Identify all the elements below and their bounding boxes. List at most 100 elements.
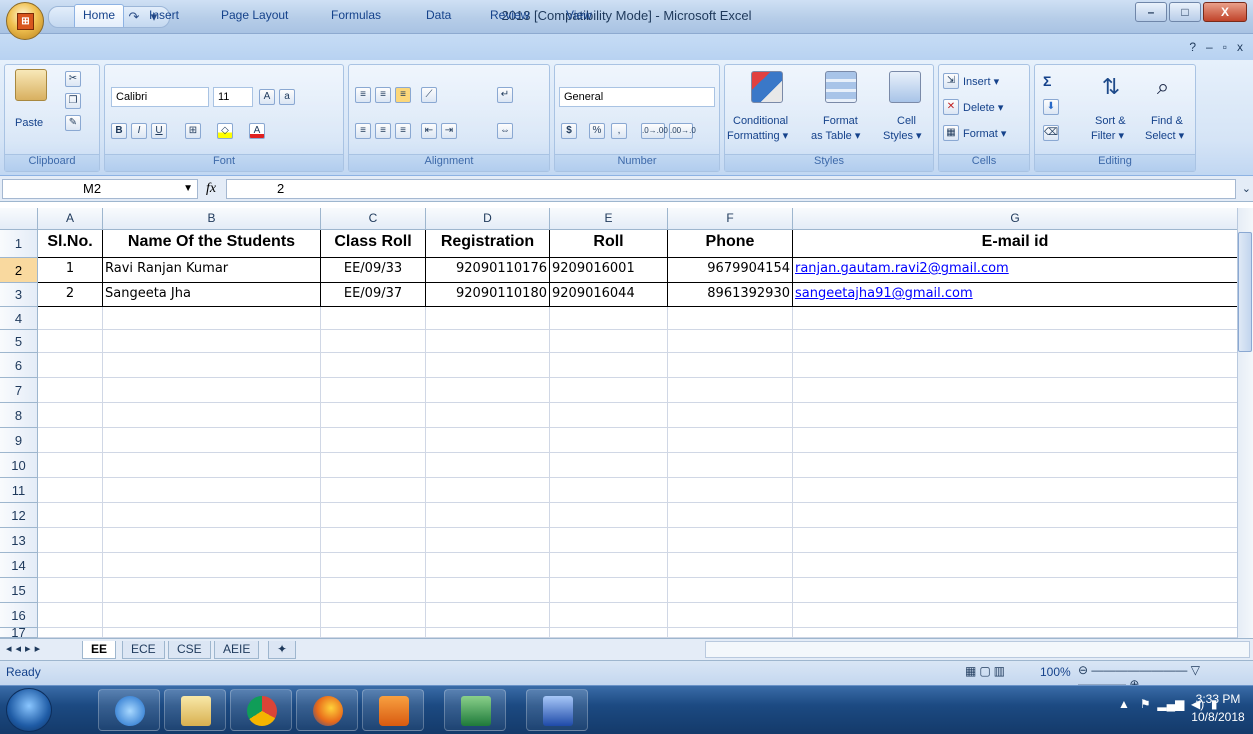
tab-insert[interactable]: Insert bbox=[149, 8, 179, 22]
empty-cell[interactable] bbox=[38, 603, 103, 628]
table-cell[interactable]: EE/09/37 bbox=[321, 283, 426, 307]
cell-styles-icon[interactable] bbox=[889, 71, 921, 103]
empty-cell[interactable] bbox=[38, 578, 103, 603]
delete-cells-button[interactable]: Delete ▾ bbox=[963, 101, 1003, 114]
insert-cells-button[interactable]: Insert ▾ bbox=[963, 75, 999, 88]
ribbon-minimize-icon[interactable]: – bbox=[1206, 40, 1213, 54]
row-header-6[interactable]: 6 bbox=[0, 353, 38, 378]
zoom-slider[interactable]: ⊖ ———————— ▽ ———— ⊕ bbox=[1078, 663, 1238, 691]
empty-cell[interactable] bbox=[321, 403, 426, 428]
empty-cell[interactable] bbox=[793, 553, 1238, 578]
empty-cell[interactable] bbox=[550, 503, 668, 528]
empty-cell[interactable] bbox=[38, 403, 103, 428]
header-cell[interactable]: Sl.No. bbox=[38, 230, 103, 258]
empty-cell[interactable] bbox=[668, 528, 793, 553]
empty-cell[interactable] bbox=[668, 578, 793, 603]
row-header-9[interactable]: 9 bbox=[0, 428, 38, 453]
empty-cell[interactable] bbox=[550, 353, 668, 378]
empty-cell[interactable] bbox=[321, 307, 426, 330]
empty-cell[interactable] bbox=[321, 478, 426, 503]
clear-icon[interactable]: ⌫ bbox=[1043, 125, 1059, 141]
percent-button[interactable]: % bbox=[589, 123, 605, 139]
table-cell[interactable]: 1 bbox=[38, 258, 103, 283]
horizontal-scrollbar[interactable] bbox=[705, 641, 1250, 658]
empty-cell[interactable] bbox=[668, 553, 793, 578]
row-header-4[interactable]: 4 bbox=[0, 307, 38, 330]
header-cell[interactable]: Phone bbox=[668, 230, 793, 258]
minimize-button[interactable]: – bbox=[1135, 2, 1167, 22]
empty-cell[interactable] bbox=[668, 478, 793, 503]
empty-cell[interactable] bbox=[550, 453, 668, 478]
empty-cell[interactable] bbox=[550, 330, 668, 353]
vertical-scroll-thumb[interactable] bbox=[1238, 232, 1252, 352]
email-link[interactable]: ranjan.gautam.ravi2@gmail.com bbox=[795, 261, 1009, 276]
empty-cell[interactable] bbox=[321, 603, 426, 628]
row-header-5[interactable]: 5 bbox=[0, 330, 38, 353]
row-header-14[interactable]: 14 bbox=[0, 553, 38, 578]
row-header-8[interactable]: 8 bbox=[0, 403, 38, 428]
align-right-icon[interactable]: ≡ bbox=[395, 123, 411, 139]
autosum-button[interactable]: Σ bbox=[1043, 73, 1051, 89]
increase-indent-icon[interactable]: ⇥ bbox=[441, 123, 457, 139]
cell-styles-button[interactable]: Cell bbox=[897, 115, 916, 127]
row-header-15[interactable]: 15 bbox=[0, 578, 38, 603]
sheet-tab-ee[interactable]: EE bbox=[82, 641, 117, 659]
format-as-table-button[interactable]: Format bbox=[823, 115, 858, 127]
empty-cell[interactable] bbox=[321, 503, 426, 528]
table-cell[interactable]: sangeetajha91@gmail.com bbox=[793, 283, 1238, 307]
fill-icon[interactable]: ⬇ bbox=[1043, 99, 1059, 115]
empty-cell[interactable] bbox=[103, 378, 321, 403]
empty-cell[interactable] bbox=[793, 378, 1238, 403]
header-cell[interactable]: Class Roll bbox=[321, 230, 426, 258]
cell-styles-button-2[interactable]: Styles ▾ bbox=[883, 129, 922, 142]
empty-cell[interactable] bbox=[793, 330, 1238, 353]
empty-cell[interactable] bbox=[550, 307, 668, 330]
tab-data[interactable]: Data bbox=[426, 8, 451, 22]
empty-cell[interactable] bbox=[426, 378, 550, 403]
empty-cell[interactable] bbox=[668, 353, 793, 378]
empty-cell[interactable] bbox=[550, 603, 668, 628]
font-size-select[interactable]: 11 bbox=[213, 87, 253, 107]
empty-cell[interactable] bbox=[103, 578, 321, 603]
bold-button[interactable]: B bbox=[111, 123, 127, 139]
merge-center-icon[interactable]: ⇔ bbox=[497, 123, 513, 139]
email-link[interactable]: sangeetajha91@gmail.com bbox=[795, 286, 973, 301]
empty-cell[interactable] bbox=[103, 478, 321, 503]
column-header-a[interactable]: A bbox=[38, 208, 103, 230]
column-header-f[interactable]: F bbox=[668, 208, 793, 230]
empty-cell[interactable] bbox=[38, 307, 103, 330]
empty-cell[interactable] bbox=[38, 553, 103, 578]
empty-cell[interactable] bbox=[426, 578, 550, 603]
row-header-2[interactable]: 2 bbox=[0, 258, 38, 283]
row-header-7[interactable]: 7 bbox=[0, 378, 38, 403]
empty-cell[interactable] bbox=[38, 478, 103, 503]
find-select-button[interactable]: Find & bbox=[1151, 115, 1183, 127]
paste-button[interactable]: Paste bbox=[15, 117, 43, 129]
table-cell[interactable]: 92090110176 bbox=[426, 258, 550, 283]
find-select-button-2[interactable]: Select ▾ bbox=[1145, 129, 1184, 142]
column-header-g[interactable]: G bbox=[793, 208, 1238, 230]
empty-cell[interactable] bbox=[793, 403, 1238, 428]
empty-cell[interactable] bbox=[321, 353, 426, 378]
sort-filter-icon[interactable]: ⇅ bbox=[1095, 71, 1127, 103]
format-as-table-button-2[interactable]: as Table ▾ bbox=[811, 129, 860, 142]
paste-icon[interactable] bbox=[15, 69, 47, 101]
empty-cell[interactable] bbox=[426, 330, 550, 353]
empty-cell[interactable] bbox=[103, 403, 321, 428]
empty-cell[interactable] bbox=[103, 628, 321, 638]
table-cell[interactable]: 9209016001 bbox=[550, 258, 668, 283]
taskbar-chrome[interactable] bbox=[230, 689, 292, 731]
empty-cell[interactable] bbox=[103, 353, 321, 378]
row-header-17[interactable]: 17 bbox=[0, 626, 38, 639]
empty-cell[interactable] bbox=[103, 503, 321, 528]
align-bottom-icon[interactable]: ≡ bbox=[395, 87, 411, 103]
table-cell[interactable]: 8961392930 bbox=[668, 283, 793, 307]
table-cell[interactable]: 9679904154 bbox=[668, 258, 793, 283]
shrink-font-icon[interactable]: a bbox=[279, 89, 295, 105]
taskbar-firefox[interactable] bbox=[296, 689, 358, 731]
empty-cell[interactable] bbox=[103, 307, 321, 330]
ribbon-restore-icon[interactable]: ▫ bbox=[1223, 40, 1227, 54]
empty-cell[interactable] bbox=[38, 528, 103, 553]
decrease-decimal-button[interactable]: .00→.0 bbox=[669, 123, 696, 139]
taskbar-ie[interactable] bbox=[98, 689, 160, 731]
